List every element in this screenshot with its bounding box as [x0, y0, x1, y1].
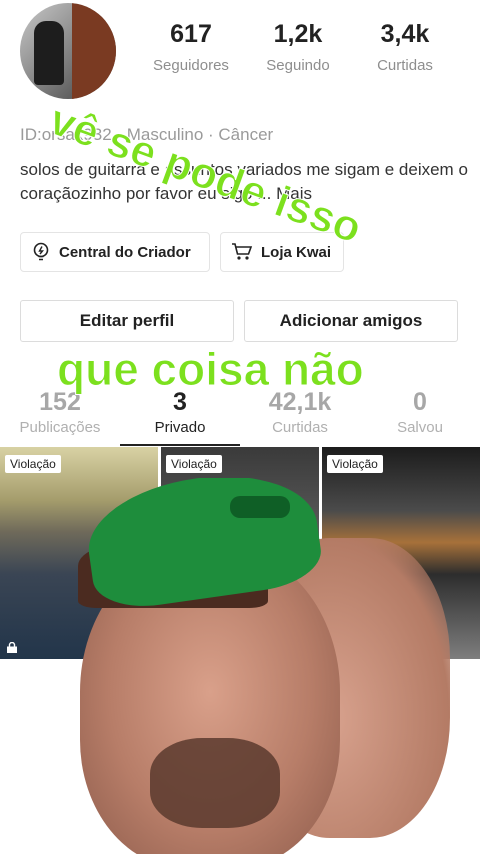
cap-band	[230, 496, 290, 518]
violation-badge: Violação	[5, 455, 61, 473]
kwai-shop-label: Loja Kwai	[261, 243, 332, 261]
profile-avatar[interactable]	[20, 3, 116, 99]
avatar-door	[72, 3, 116, 99]
violation-badge: Violação	[327, 455, 383, 473]
tab-label: Privado	[154, 419, 206, 436]
tab-count: 0	[413, 388, 427, 416]
caption-middle: que coisa não	[57, 343, 365, 396]
stat-value: 1,2k	[273, 20, 323, 48]
tab-label: Publicações	[19, 419, 101, 436]
edit-profile-button[interactable]: Editar perfil	[20, 300, 234, 342]
stat-value: 3,4k	[380, 20, 430, 48]
creator-center-label: Central do Criador	[59, 243, 191, 261]
beard	[150, 738, 280, 828]
stat-label: Seguidores	[153, 57, 229, 74]
overlay-photo	[0, 478, 480, 854]
lightbulb-icon	[33, 242, 49, 261]
tab-label: Curtidas	[272, 419, 328, 436]
stat-likes[interactable]: 3,4k Curtidas	[355, 20, 455, 74]
stat-following[interactable]: 1,2k Seguindo	[248, 20, 348, 74]
tab-label: Salvou	[397, 419, 443, 436]
add-friends-button[interactable]: Adicionar amigos	[244, 300, 458, 342]
avatar-figure	[34, 21, 64, 85]
stat-label: Seguindo	[266, 57, 330, 74]
active-tab-indicator	[120, 444, 240, 446]
cart-icon	[232, 243, 253, 260]
stat-followers[interactable]: 617 Seguidores	[141, 20, 241, 74]
violation-badge: Violação	[166, 455, 222, 473]
stat-label: Curtidas	[377, 57, 433, 74]
stat-value: 617	[170, 20, 212, 48]
creator-center-button[interactable]: Central do Criador	[20, 232, 210, 272]
tab-saved[interactable]: 0 Salvou	[360, 388, 480, 436]
